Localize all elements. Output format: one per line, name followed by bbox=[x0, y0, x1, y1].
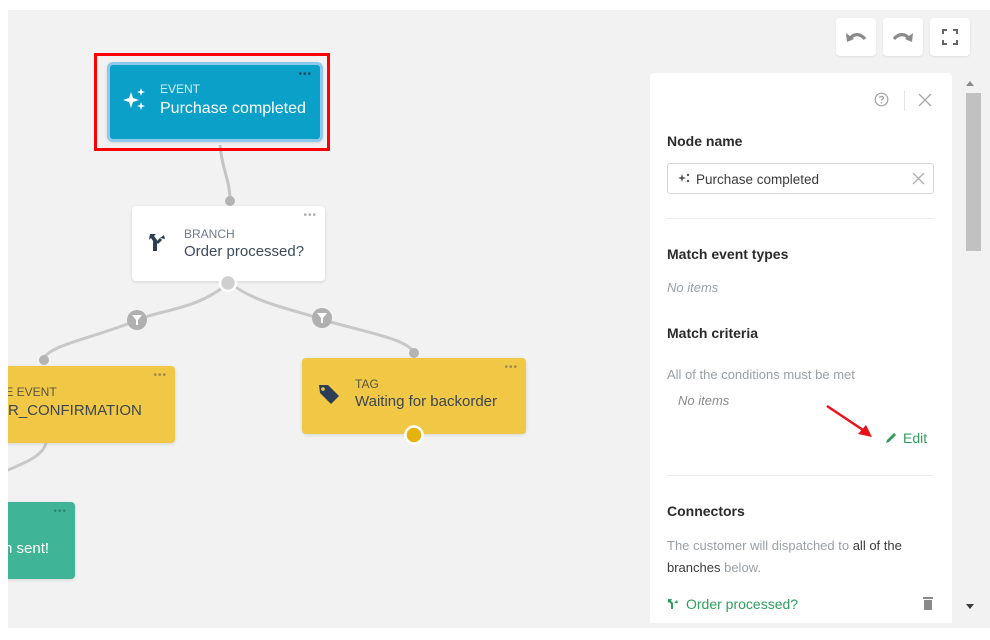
branch-icon bbox=[146, 232, 168, 257]
connector-label: Order processed? bbox=[686, 596, 799, 612]
edge-send-notify bbox=[8, 442, 48, 472]
node-name-input[interactable] bbox=[696, 169, 896, 189]
clear-icon[interactable] bbox=[912, 172, 925, 190]
criteria-description: All of the conditions must be met bbox=[667, 367, 855, 382]
node-title: Purchase completed bbox=[160, 100, 306, 117]
scroll-up-arrow-icon[interactable] bbox=[966, 81, 974, 86]
node-event[interactable]: ••• EVENT Purchase completed bbox=[107, 62, 323, 142]
divider bbox=[667, 218, 934, 219]
undo-button[interactable] bbox=[836, 18, 876, 56]
node-settings-panel: Node name Match event types No items Mat… bbox=[650, 73, 952, 623]
node-type: BRANCH bbox=[184, 227, 235, 241]
divider bbox=[667, 475, 934, 476]
criteria-empty: No items bbox=[678, 393, 730, 408]
pencil-icon bbox=[886, 433, 896, 443]
edit-label: Edit bbox=[903, 430, 928, 446]
filter-icon[interactable] bbox=[312, 308, 332, 328]
node-title: Waiting for backorder bbox=[355, 393, 498, 410]
fullscreen-button[interactable] bbox=[930, 18, 970, 56]
node-send-event[interactable]: ••• TE EVENT ER_CONFIRMATION bbox=[8, 366, 175, 443]
node-title: ER_CONFIRMATION bbox=[8, 402, 142, 419]
node-name-heading: Node name bbox=[667, 133, 743, 149]
scrollbar-thumb[interactable] bbox=[966, 93, 981, 251]
match-criteria-heading: Match criteria bbox=[667, 325, 759, 341]
undo-icon bbox=[846, 33, 867, 42]
annotation-arrow-icon bbox=[826, 404, 872, 437]
node-menu-button[interactable]: ••• bbox=[298, 70, 312, 80]
node-menu-button[interactable]: ••• bbox=[53, 507, 67, 517]
edge-endpoint bbox=[225, 196, 235, 206]
scroll-down-arrow-icon[interactable] bbox=[966, 604, 974, 609]
fullscreen-icon bbox=[942, 29, 958, 45]
connector-item[interactable]: Order processed? bbox=[667, 593, 937, 615]
node-type: EVENT bbox=[160, 82, 201, 96]
node-menu-button[interactable]: ••• bbox=[153, 371, 167, 381]
filter-icon[interactable] bbox=[127, 310, 147, 330]
sparkles-icon bbox=[677, 171, 691, 190]
node-menu-button[interactable]: ••• bbox=[303, 211, 317, 221]
help-circle-icon[interactable] bbox=[874, 92, 889, 112]
output-port[interactable] bbox=[218, 273, 238, 293]
edge-endpoint bbox=[409, 348, 419, 358]
node-name-field[interactable] bbox=[667, 163, 934, 194]
node-menu-button[interactable]: ••• bbox=[504, 363, 518, 373]
divider bbox=[904, 91, 905, 111]
close-icon[interactable] bbox=[918, 93, 932, 112]
redo-button[interactable] bbox=[883, 18, 923, 56]
redo-icon bbox=[892, 33, 913, 42]
event-types-empty: No items bbox=[667, 280, 719, 295]
edge-event-branch bbox=[218, 144, 232, 201]
connectors-heading: Connectors bbox=[667, 503, 745, 519]
node-notification[interactable]: ••• n sent! bbox=[8, 502, 75, 579]
node-title: n sent! bbox=[8, 540, 50, 557]
branch-icon bbox=[668, 599, 678, 609]
node-branch[interactable]: ••• BRANCH Order processed? bbox=[132, 206, 325, 293]
trash-icon[interactable] bbox=[923, 596, 933, 615]
node-tag[interactable]: ••• TAG Waiting for backorder bbox=[302, 358, 526, 445]
edit-criteria-button[interactable]: Edit bbox=[884, 430, 927, 446]
match-event-types-heading: Match event types bbox=[667, 246, 789, 262]
node-title: Order processed? bbox=[184, 243, 305, 260]
node-type: TE EVENT bbox=[8, 385, 57, 399]
tag-icon bbox=[317, 382, 341, 411]
connectors-description: The customer will dispatched to all of t… bbox=[667, 538, 902, 575]
sparkles-icon bbox=[122, 87, 148, 118]
output-port[interactable] bbox=[403, 424, 425, 446]
edge-endpoint bbox=[39, 355, 49, 365]
node-type: TAG bbox=[355, 377, 379, 391]
panel-scrollbar[interactable] bbox=[962, 73, 982, 623]
